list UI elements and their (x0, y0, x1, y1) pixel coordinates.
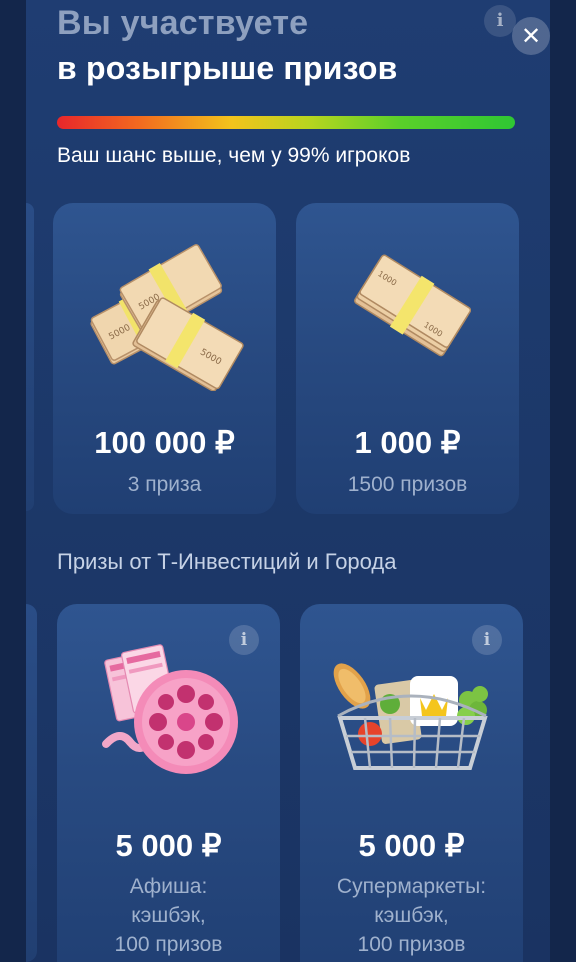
background-edge-left (0, 0, 26, 962)
prize-amount: 100 000 ₽ (94, 425, 235, 460)
prize-draw-screen: Вы участвуете в розыгрыше призов i ✕ Ваш… (0, 0, 576, 962)
prize-card-100000[interactable]: 5000 5000 5000 100 000 ₽ 3 приза (53, 203, 276, 514)
info-icon[interactable]: i (484, 5, 516, 37)
money-stacks-icon: 5000 5000 5000 (90, 244, 244, 391)
prize-card-1000[interactable]: 1000 1000 1 000 ₽ 1500 призов (296, 203, 519, 514)
prize-card-afisha[interactable]: i 5 000 ₽ Афиша: кэшбэк, 100 призов (57, 604, 280, 962)
close-button[interactable]: ✕ (512, 17, 550, 55)
film-reel-tickets-icon (102, 644, 238, 774)
prize-desc-line-2: кэшбэк, (374, 904, 449, 927)
background-edge-right (550, 0, 576, 962)
prize-count: 3 приза (127, 473, 202, 496)
prize-desc-line-2: кэшбэк, (131, 904, 206, 927)
prize-card-supermarkets[interactable]: i 5 000 ₽ Супермаркеты: кэшбэк, 100 приз… (300, 604, 523, 962)
title-line-2: в розыгрыше призов (57, 50, 398, 86)
prize-desc-line-1: Афиша: (129, 875, 208, 898)
chance-gradient-bar (57, 116, 515, 129)
previous-prize-card-stub[interactable] (26, 203, 34, 511)
previous-partner-card-stub[interactable] (26, 604, 37, 962)
prize-amount: 5 000 ₽ (115, 828, 222, 863)
prize-desc-line-3: 100 призов (357, 933, 466, 956)
prize-amount: 5 000 ₽ (358, 828, 465, 863)
title-line-1: Вы участвуете (57, 4, 309, 42)
prize-desc-line-1: Супермаркеты: (336, 875, 487, 898)
prize-desc-line-3: 100 призов (114, 933, 223, 956)
info-icon[interactable]: i (472, 625, 502, 655)
partner-section-title: Призы от Т-Инвестиций и Города (57, 549, 397, 574)
prize-amount: 1 000 ₽ (354, 425, 461, 460)
grocery-basket-icon (333, 663, 488, 770)
prize-count: 1500 призов (347, 473, 468, 496)
money-stack-icon: 1000 1000 (354, 254, 471, 357)
chance-text: Ваш шанс выше, чем у 99% игроков (57, 144, 411, 167)
